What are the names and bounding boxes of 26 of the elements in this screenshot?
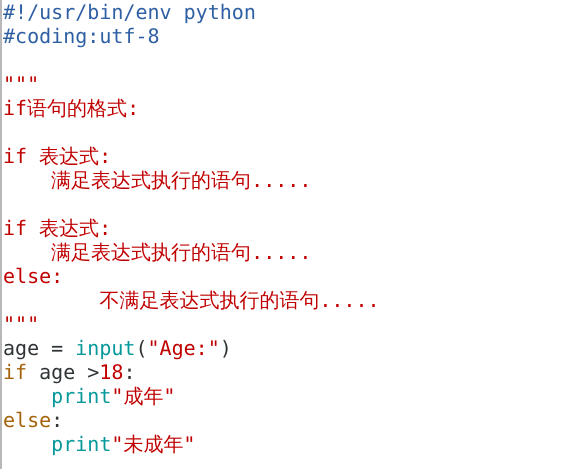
code-token: if 表达式: (3, 144, 112, 168)
code-token: : (51, 408, 64, 432)
code-token: : (123, 360, 136, 384)
code-token: #coding:utf-8 (3, 24, 160, 48)
code-token: """ (3, 312, 40, 336)
code-token: ) (220, 336, 232, 360)
code-token: "未成年" (111, 432, 196, 456)
code-token: 18 (99, 360, 124, 384)
code-token: 满足表达式执行的语句..... (50, 168, 312, 192)
code-token: age > (38, 360, 100, 384)
code-token: if (3, 360, 28, 384)
code-token: else (3, 408, 52, 432)
code-token: age = (3, 336, 64, 360)
code-token: 不满足表达式执行的语句..... (98, 288, 380, 312)
code-token: input (75, 336, 136, 360)
code-token: "Age:" (148, 336, 220, 360)
code-token: if语句的格式: (3, 96, 140, 120)
code-token: if 表达式: (3, 216, 112, 240)
code-token: #!/usr/bin/env python (3, 0, 256, 24)
code-token: print (50, 432, 112, 456)
code-token: 满足表达式执行的语句..... (50, 240, 312, 264)
code-token: print (50, 384, 112, 408)
code-token: else: (3, 264, 64, 288)
code-token: "成年" (111, 384, 176, 408)
code-token: ( (135, 336, 148, 360)
code-token: """ (3, 72, 40, 96)
